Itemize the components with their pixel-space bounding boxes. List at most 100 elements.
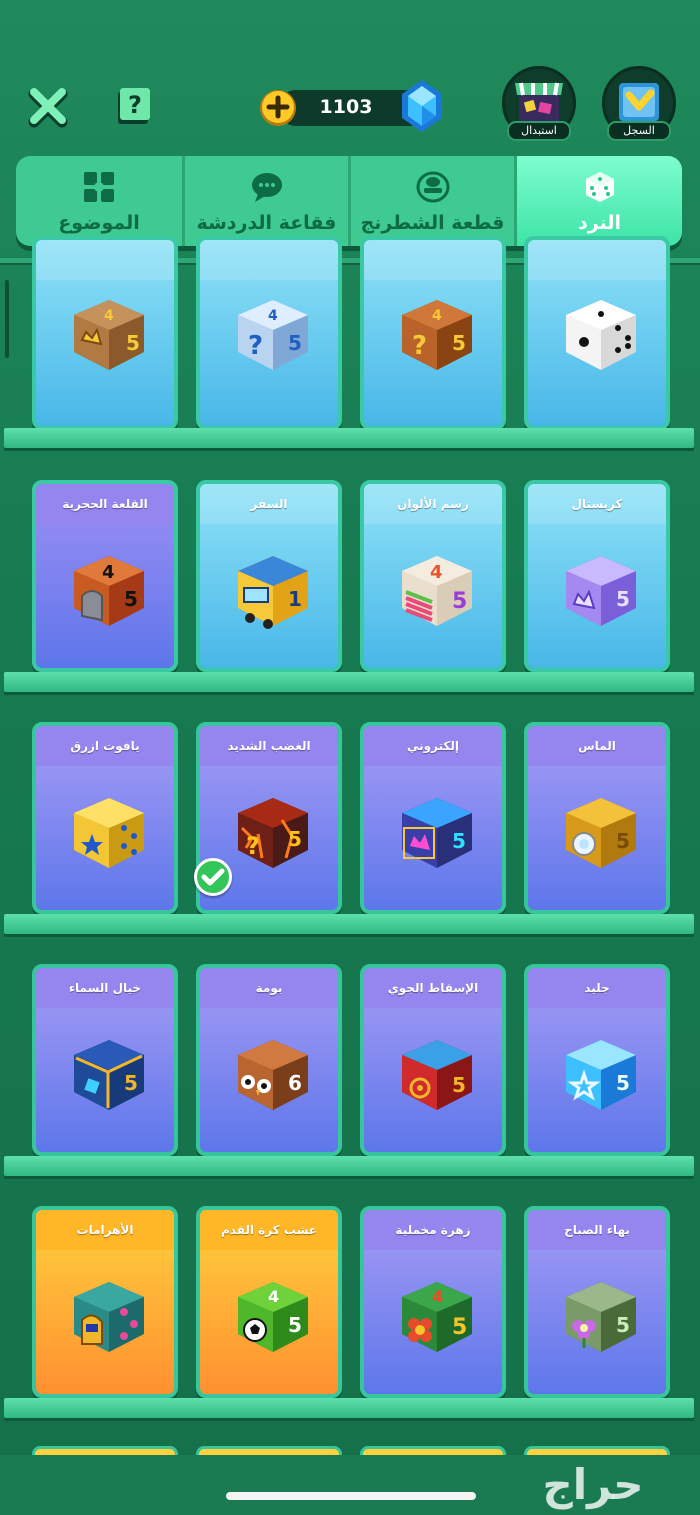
- dice-card-electronic[interactable]: إلكتروني 5: [360, 722, 506, 914]
- theme-grid-icon: [84, 172, 114, 202]
- tab-chat-bubble-label: فقاعة الدردشة: [196, 212, 337, 234]
- coin-amount: 1103: [319, 96, 373, 118]
- svg-text:5: 5: [452, 1073, 466, 1097]
- dice-card-sky-fantasy[interactable]: خيال السماء 5: [32, 964, 178, 1156]
- svg-text:4: 4: [268, 308, 278, 324]
- owl-dice-icon: 6: [238, 1040, 308, 1110]
- svg-text:5: 5: [616, 1071, 630, 1095]
- dice-card-crown-wood[interactable]: 5 4: [32, 236, 178, 430]
- dice-card-crystal[interactable]: كريستال 5: [524, 480, 670, 672]
- dice-card-football-grass[interactable]: عشب كرة القدم 4 5: [196, 1206, 342, 1398]
- svg-text:?: ?: [246, 832, 260, 860]
- exchange-label: استبدال: [507, 121, 571, 141]
- add-coins-button[interactable]: [258, 88, 298, 128]
- dice-card-classic-white[interactable]: [524, 236, 670, 430]
- svg-text:5: 5: [288, 331, 302, 355]
- mystery-ice-dice-icon: ? 5 4: [238, 300, 308, 370]
- dice-card-title: جليد: [528, 968, 666, 1008]
- dice-card-title: [200, 240, 338, 280]
- paint-dice-icon: 4 5: [402, 556, 472, 626]
- dice-card-title: رسم الألوان: [364, 484, 502, 524]
- dice-card-travel[interactable]: السفر 1: [196, 480, 342, 672]
- svg-text:5: 5: [452, 589, 467, 614]
- crystal-dice-icon: 5: [566, 556, 636, 626]
- dice-card-title: زهرة مخملية: [364, 1210, 502, 1250]
- dice-card-owl[interactable]: بومة 6: [196, 964, 342, 1156]
- dice-card-title: [36, 240, 174, 280]
- dice-card-title: كريستال: [528, 484, 666, 524]
- tab-theme[interactable]: الموضوع: [16, 156, 182, 246]
- dice-card-title: الماس: [528, 726, 666, 766]
- top-bar: ? 1103 استبدال السجل: [0, 0, 700, 150]
- help-button[interactable]: ?: [112, 86, 152, 126]
- close-x-icon: [28, 88, 68, 128]
- dice-card-velvet-flower[interactable]: زهرة مخملية 4 5: [360, 1206, 506, 1398]
- dice-card-airdrop[interactable]: الإسقاط الجوي 5: [360, 964, 506, 1156]
- dice-card-title: الإسقاط الجوي: [364, 968, 502, 1008]
- dice-card-title: [364, 240, 502, 280]
- svg-text:5: 5: [616, 1313, 630, 1337]
- dice-card-blue-sapphire[interactable]: يافوت ازرق: [32, 722, 178, 914]
- ice-dice-icon: 5: [566, 1040, 636, 1110]
- svg-text:5: 5: [288, 827, 302, 851]
- dice-shop-screen: ? 1103 استبدال السجل الموضوع فقاعة الدرد…: [0, 0, 700, 1515]
- svg-text:?: ?: [412, 331, 427, 361]
- chat-bubble-icon: [251, 173, 282, 202]
- svg-text:4: 4: [432, 308, 442, 324]
- selected-check-icon: [194, 858, 232, 896]
- stone-castle-dice-icon: 4 5: [74, 556, 144, 626]
- dice-card-mystery-crate[interactable]: ? 5 4: [360, 236, 506, 430]
- svg-text:5: 5: [124, 1071, 138, 1095]
- history-button[interactable]: السجل: [602, 66, 676, 141]
- shelf: [4, 672, 694, 692]
- plus-coin-icon: [260, 90, 296, 126]
- tab-theme-label: الموضوع: [58, 212, 140, 234]
- history-label: السجل: [607, 121, 671, 141]
- dice-card-stone-castle[interactable]: القلعة الحجرية 4 5: [32, 480, 178, 672]
- exchange-button[interactable]: استبدال: [502, 66, 576, 141]
- svg-text:4: 4: [102, 562, 115, 583]
- shelf: [4, 914, 694, 934]
- dice-card-paint[interactable]: رسم الألوان 4 5: [360, 480, 506, 672]
- svg-text:5: 5: [452, 1315, 467, 1340]
- lava-dice-icon: ? 5: [238, 798, 308, 868]
- dice-card-morning-glory[interactable]: بهاء الصباح 5: [524, 1206, 670, 1398]
- scrollbar[interactable]: [5, 280, 9, 358]
- svg-text:4: 4: [432, 1287, 443, 1306]
- travel-bus-dice-icon: 1: [238, 556, 308, 629]
- svg-text:1: 1: [288, 587, 302, 611]
- dice-card-title: بهاء الصباح: [528, 1210, 666, 1250]
- svg-text:5: 5: [616, 829, 630, 853]
- blue-sapphire-dice-icon: [74, 798, 144, 868]
- shelf: [4, 1398, 694, 1418]
- dice-card-title: الأهرامات: [36, 1210, 174, 1250]
- classic-white-dice-icon: [566, 300, 636, 370]
- home-indicator[interactable]: [226, 1492, 476, 1500]
- dice-icon: [585, 172, 614, 202]
- close-button[interactable]: [26, 84, 72, 130]
- svg-text:?: ?: [248, 331, 263, 361]
- morning-glory-dice-icon: 5: [566, 1282, 636, 1352]
- gem-icon: [398, 78, 446, 134]
- haraj-watermark-logo: حراج: [542, 1460, 644, 1509]
- svg-text:5: 5: [452, 331, 466, 355]
- tab-chess-piece-label: قطعة الشطرنج: [360, 212, 505, 234]
- tab-dice[interactable]: النرد: [514, 156, 682, 246]
- category-tabs: الموضوع فقاعة الدردشة قطعة الشطرنج النرد: [16, 156, 682, 246]
- dice-card-ice[interactable]: جليد 5: [524, 964, 670, 1156]
- dice-card-pyramids[interactable]: الأهرامات: [32, 1206, 178, 1398]
- svg-text:5: 5: [452, 829, 466, 853]
- svg-text:4: 4: [268, 1287, 279, 1306]
- dice-card-title: بومة: [200, 968, 338, 1008]
- tab-dice-label: النرد: [578, 212, 621, 234]
- svg-text:4: 4: [104, 308, 114, 324]
- crown-wood-dice-icon: 5 4: [74, 300, 144, 370]
- svg-text:5: 5: [288, 1313, 302, 1337]
- dice-card-diamond[interactable]: الماس 5: [524, 722, 670, 914]
- dice-card-mystery-ice[interactable]: ? 5 4: [196, 236, 342, 430]
- mystery-crate-dice-icon: ? 5 4: [402, 300, 472, 370]
- tab-chess-piece[interactable]: قطعة الشطرنج: [348, 156, 514, 246]
- dice-card-title: يافوت ازرق: [36, 726, 174, 766]
- svg-text:5: 5: [126, 331, 140, 355]
- tab-chat-bubble[interactable]: فقاعة الدردشة: [182, 156, 348, 246]
